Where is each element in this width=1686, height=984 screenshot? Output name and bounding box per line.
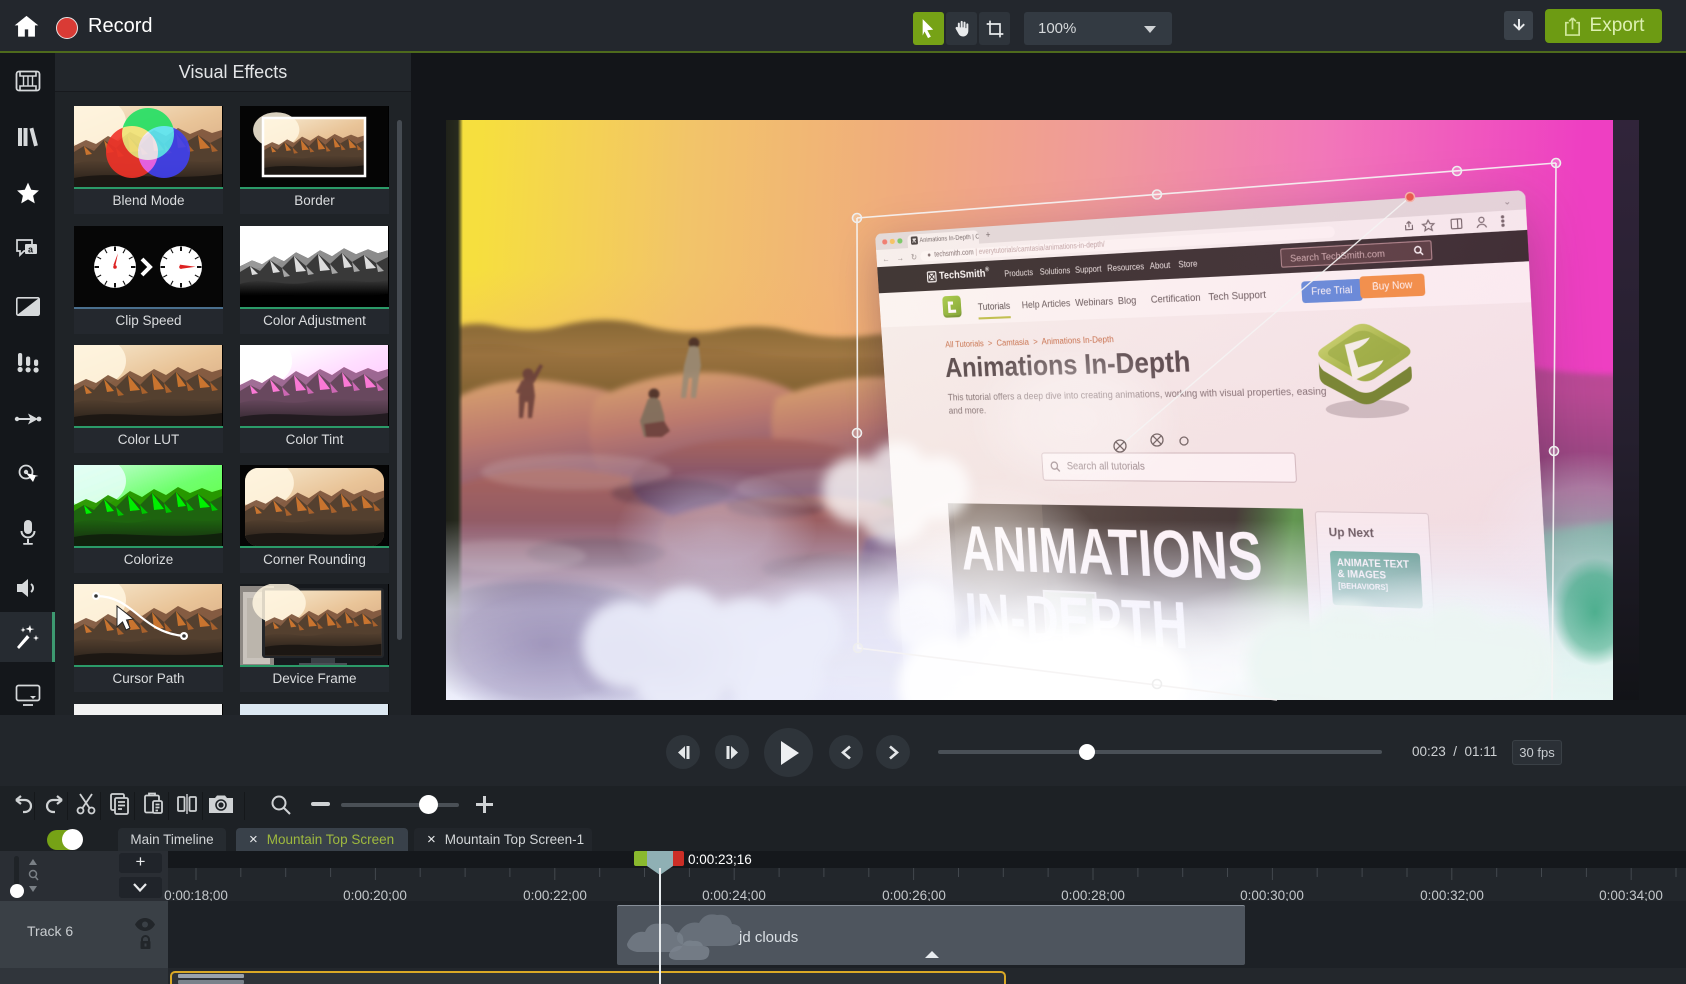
svg-text:jd clouds: jd clouds [738,929,798,946]
